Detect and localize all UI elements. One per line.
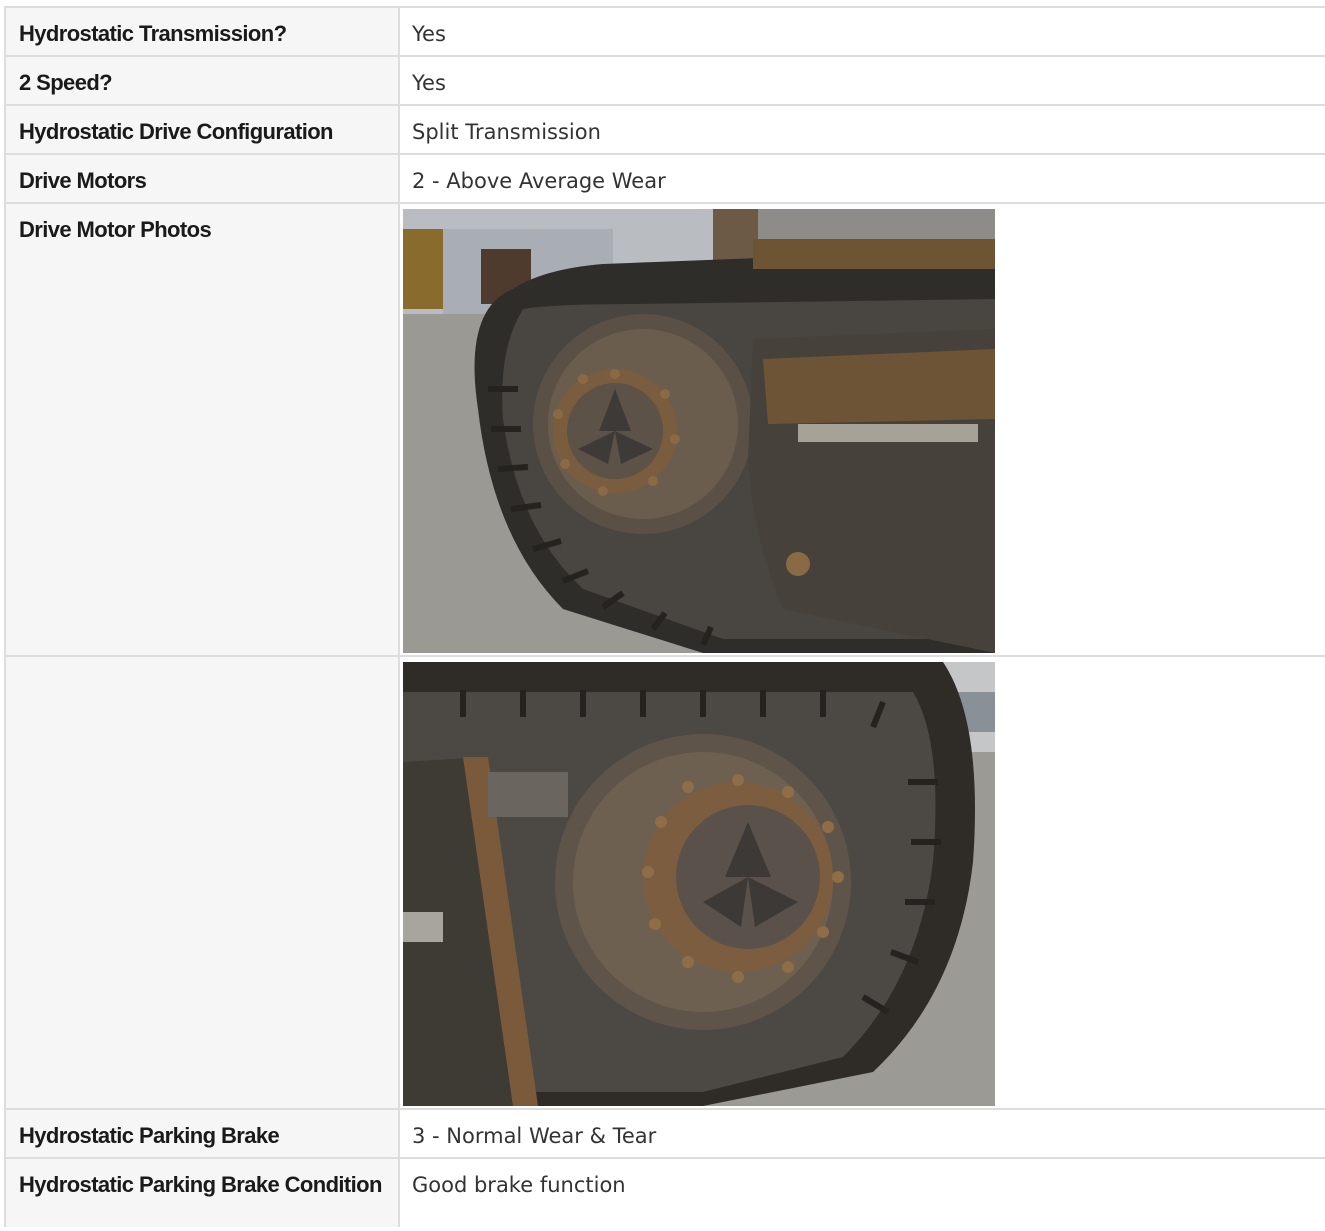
row-label: Drive Motor Photos <box>4 202 398 655</box>
row-label: Drive Motors <box>4 153 398 202</box>
spec-table: Hydrostatic Transmission? Yes 2 Speed? Y… <box>4 6 1325 1227</box>
row-value: Yes <box>398 55 1325 104</box>
table-row: Hydrostatic Parking Brake 3 - Normal Wea… <box>4 1108 1325 1157</box>
drive-motor-photo-1[interactable] <box>403 209 995 653</box>
row-value: 2 - Above Average Wear <box>398 153 1325 202</box>
row-value: Split Transmission <box>398 104 1325 153</box>
row-label: 2 Speed? <box>4 55 398 104</box>
row-label: Hydrostatic Transmission? <box>4 6 398 55</box>
drive-motor-photo-2[interactable] <box>403 662 995 1106</box>
inspection-sheet: Hydrostatic Transmission? Yes 2 Speed? Y… <box>0 0 1325 1231</box>
table-row: Hydrostatic Parking Brake Condition Good… <box>4 1157 1325 1227</box>
row-value: Yes <box>398 6 1325 55</box>
drive-motor-photo-2-image <box>403 662 995 1106</box>
table-row: Hydrostatic Drive Configuration Split Tr… <box>4 104 1325 153</box>
photo-cell <box>398 202 1325 655</box>
table-row: Drive Motors 2 - Above Average Wear <box>4 153 1325 202</box>
row-label <box>4 655 398 1108</box>
row-label: Hydrostatic Parking Brake Condition <box>4 1157 398 1227</box>
table-row <box>4 655 1325 1108</box>
row-value: 3 - Normal Wear & Tear <box>398 1108 1325 1157</box>
table-row: 2 Speed? Yes <box>4 55 1325 104</box>
row-label: Hydrostatic Parking Brake <box>4 1108 398 1157</box>
table-row: Drive Motor Photos <box>4 202 1325 655</box>
row-label: Hydrostatic Drive Configuration <box>4 104 398 153</box>
table-row: Hydrostatic Transmission? Yes <box>4 6 1325 55</box>
photo-cell <box>398 655 1325 1108</box>
row-value: Good brake function <box>398 1157 1325 1227</box>
drive-motor-photo-1-image <box>403 209 995 653</box>
